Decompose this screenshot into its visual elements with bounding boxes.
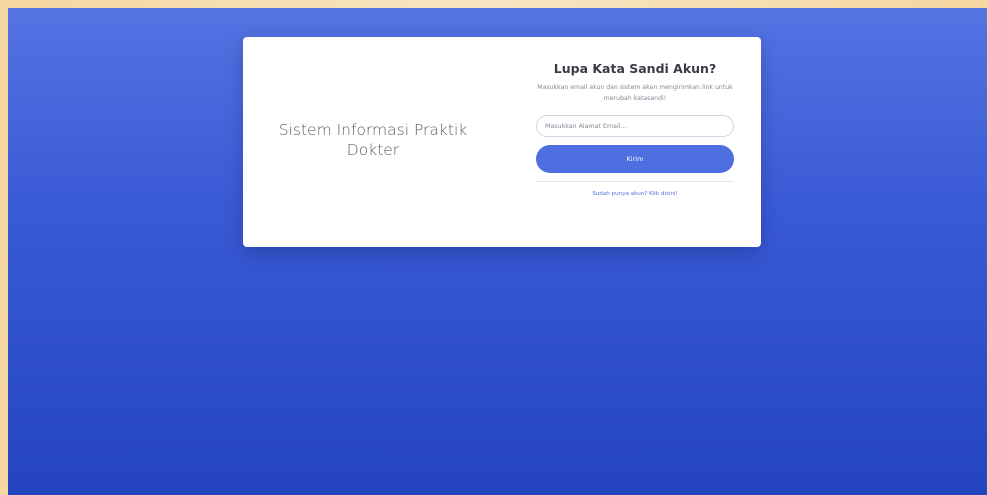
- email-input[interactable]: [536, 115, 734, 137]
- form-description: Masukkan email akun dan sistem akan meng…: [537, 84, 733, 102]
- login-link[interactable]: Sudah punya akun? Klik disini!: [536, 191, 734, 197]
- brand-title: Sistem Informasi Praktik Dokter: [278, 121, 468, 159]
- form-title: Lupa Kata Sandi Akun?: [553, 61, 717, 76]
- divider: [536, 181, 734, 182]
- app-viewport: Sistem Informasi Praktik Dokter Lupa Kat…: [8, 8, 987, 495]
- submit-button[interactable]: Kirim: [536, 145, 734, 173]
- forgot-password-card: Sistem Informasi Praktik Dokter Lupa Kat…: [243, 37, 761, 247]
- forgot-password-form: Lupa Kata Sandi Akun? Masukkan email aku…: [536, 61, 734, 197]
